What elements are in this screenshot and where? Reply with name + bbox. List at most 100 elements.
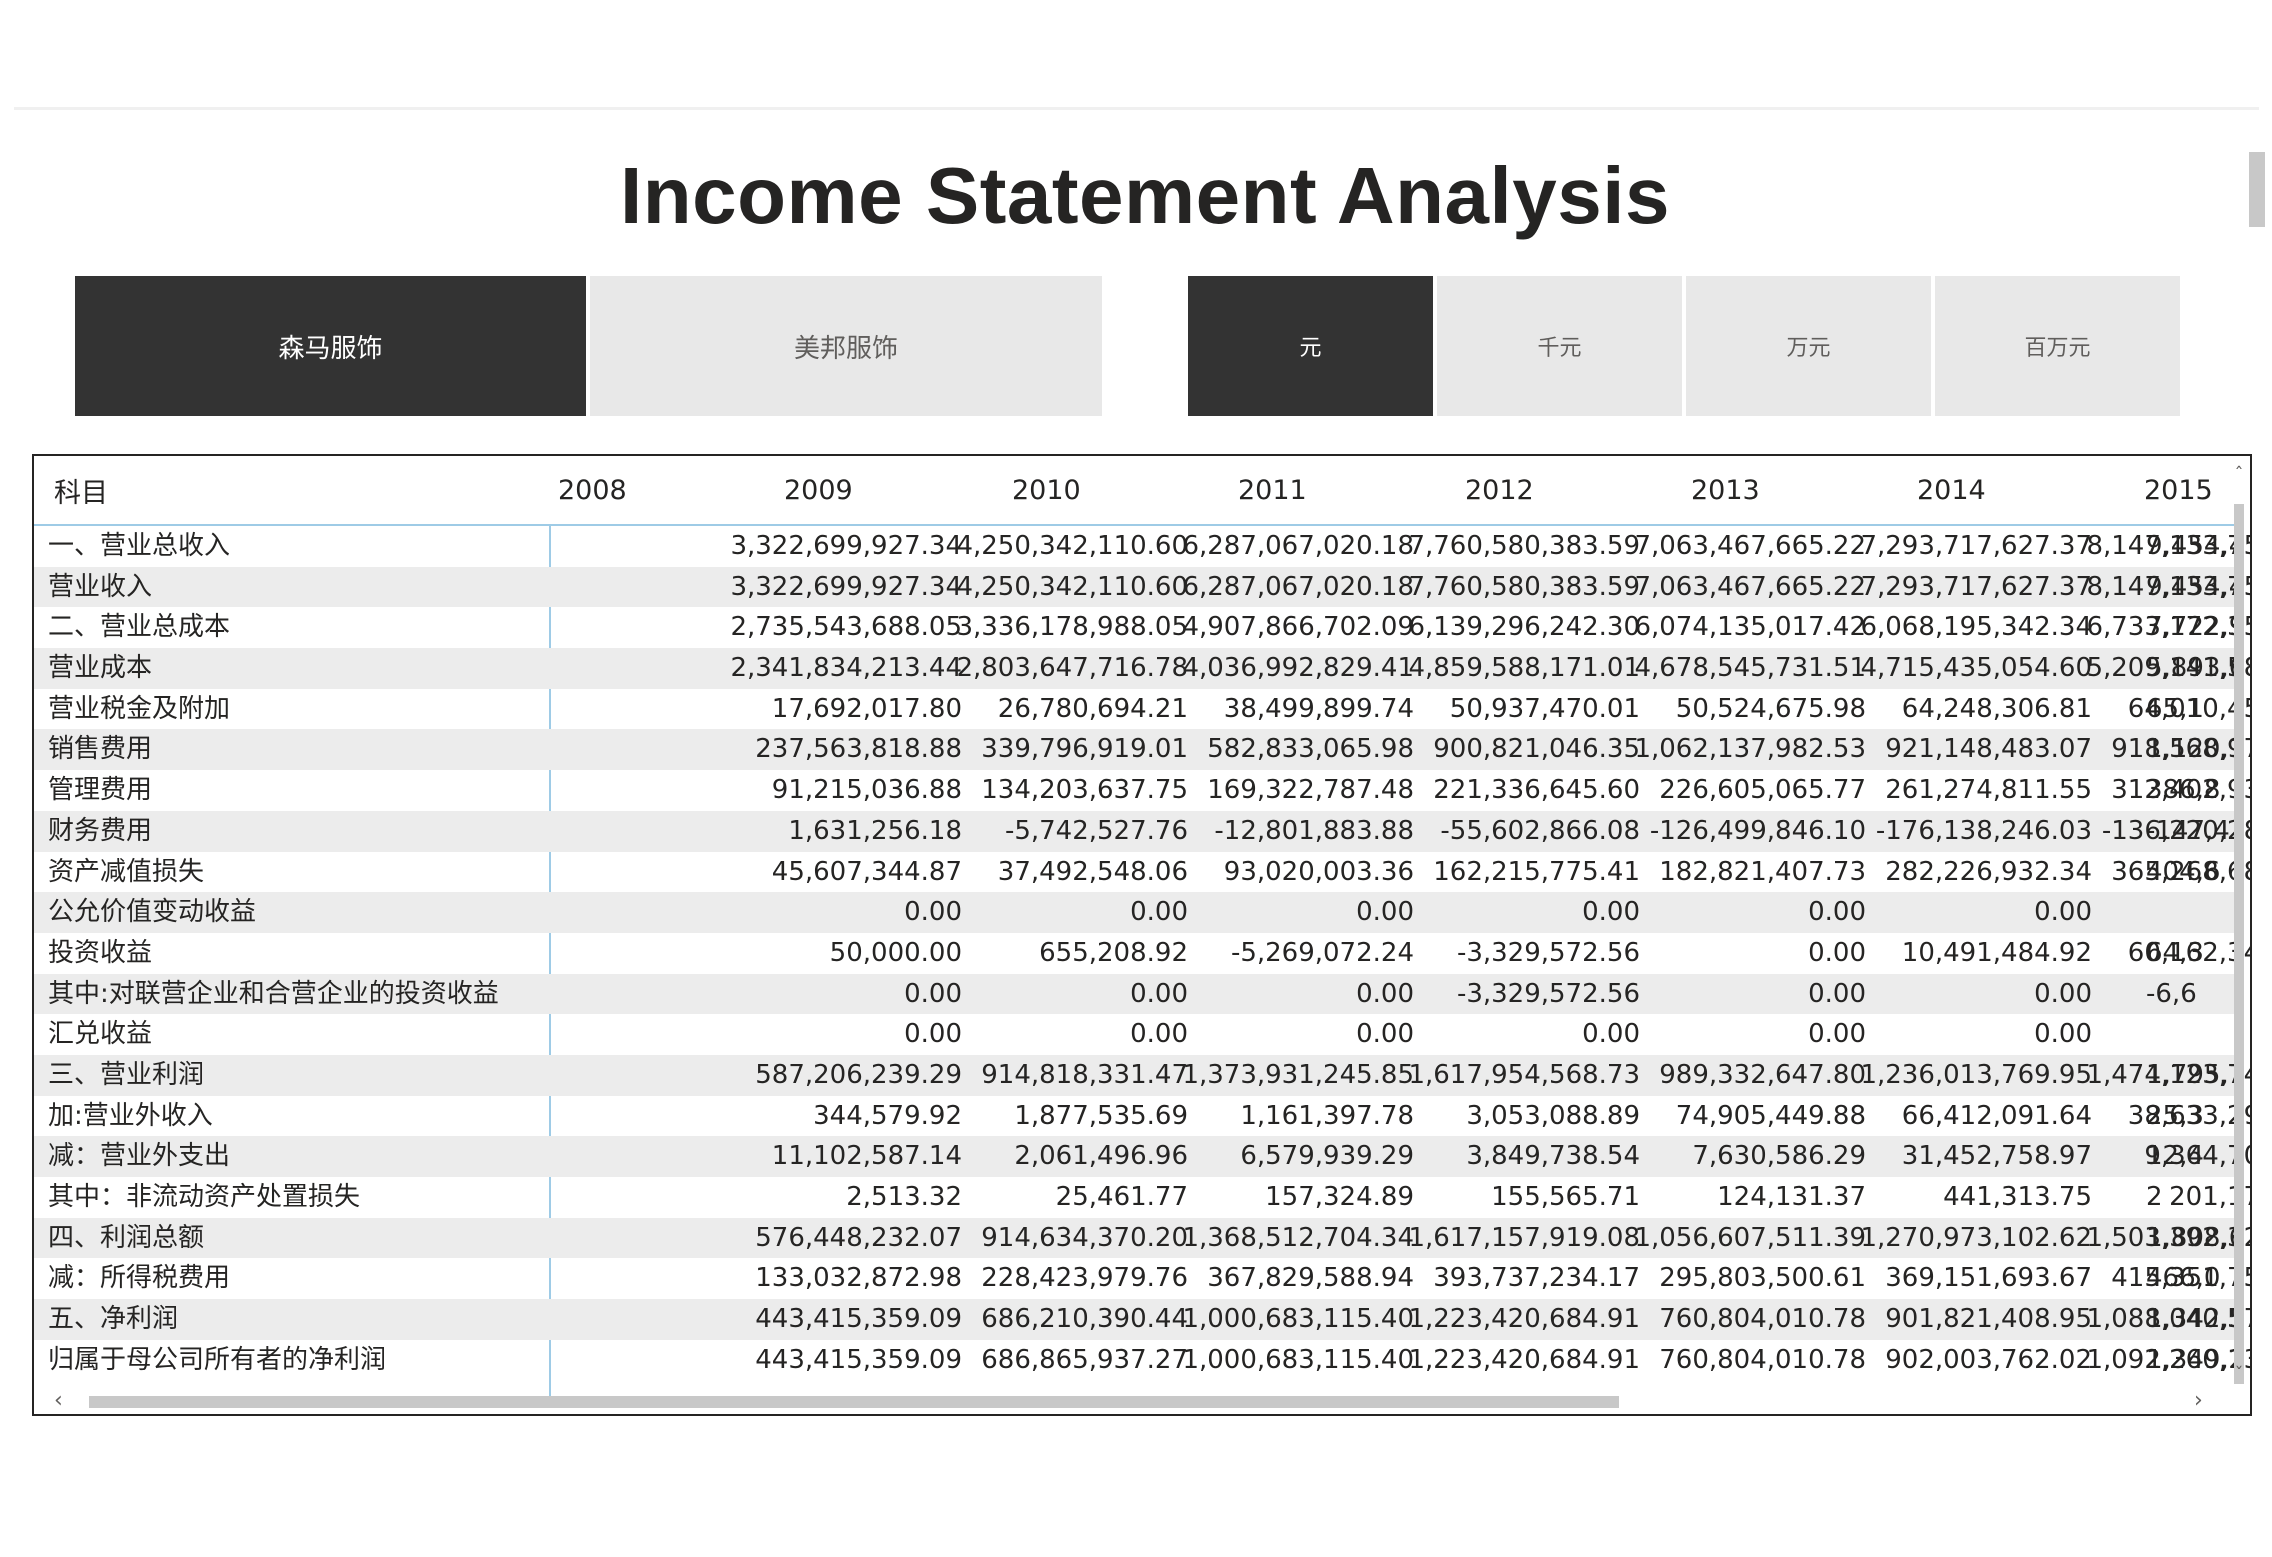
- unit-option-ten-thousand[interactable]: 万元: [1686, 276, 1931, 416]
- scroll-right-icon[interactable]: ›: [2194, 1388, 2203, 1413]
- table-cell: 6,287,067,020.18: [1182, 531, 1414, 561]
- table-row[interactable]: 一、营业总收入 3,322,699,927.34 4,250,342,110.60 6…: [34, 526, 2250, 567]
- table-cell: 4,036,992,829.41: [1182, 653, 1414, 684]
- table-cell: 1,000,683,115.40: [1182, 1344, 1414, 1375]
- horizontal-scrollbar[interactable]: ‹ ›: [34, 1388, 2224, 1413]
- table-cell: 7,293,717,627.37: [1860, 531, 2092, 561]
- column-header-year[interactable]: 2011: [1238, 475, 1307, 506]
- table-row[interactable]: 其中：非流动资产处置损失 2,513.32 25,461.77 157,324.89 1…: [34, 1177, 2250, 1218]
- table-cell: 6,287,067,020.18: [1182, 571, 1414, 602]
- table-row[interactable]: 二、营业总成本 2,735,543,688.05 3,336,178,988.05 4…: [34, 607, 2250, 648]
- column-header-year[interactable]: 2008: [558, 475, 627, 506]
- table-cell: 133,032,872.98: [755, 1263, 962, 1294]
- header-divider: [14, 107, 2259, 110]
- table-row[interactable]: 五、净利润 443,415,359.09 686,210,390.44 1,000,6…: [34, 1299, 2250, 1340]
- column-header-year[interactable]: 2009: [784, 475, 853, 506]
- table-cell: 50,524,675.98: [1675, 693, 1866, 724]
- company-option-metersbonwe[interactable]: 美邦服饰: [590, 276, 1102, 416]
- table-row[interactable]: 汇兑收益0.000.000.000.000.000.000.00: [34, 1014, 2234, 1055]
- column-header-item[interactable]: 科目: [54, 471, 108, 510]
- table-cell: 0.00: [1582, 1019, 1640, 1050]
- table-cell: 237,563,818.88: [755, 734, 962, 765]
- table-cell: 2,803,647,716.78: [956, 653, 1188, 684]
- table-cell: 2,513.32: [846, 1182, 962, 1212]
- table-row[interactable]: 营业成本 2,341,834,213.44 2,803,647,716.78 4,03…: [34, 648, 2250, 689]
- table-cell: 989,332,647.80: [1659, 1059, 1866, 1090]
- table-cell: 902,003,762.02: [1885, 1344, 2092, 1375]
- table-cell: 686,865,937.27: [981, 1344, 1188, 1375]
- table-cell: 914,818,331.47: [981, 1059, 1188, 1090]
- unit-option-million[interactable]: 百万元: [1935, 276, 2180, 416]
- table-cell: 901,821,408.95: [1885, 1304, 2092, 1335]
- table-cell: 0.00: [1356, 978, 1414, 1009]
- unit-option-yuan[interactable]: 元: [1188, 276, 1433, 416]
- vertical-scroll-thumb[interactable]: [2234, 504, 2244, 1384]
- vertical-scrollbar[interactable]: ˆ ˇ: [2232, 464, 2246, 1412]
- table-cell: 226,605,065.77: [1659, 775, 1866, 806]
- table-row[interactable]: 营业收入 3,322,699,927.34 4,250,342,110.60 6,28…: [34, 566, 2250, 608]
- column-header-year[interactable]: 2012: [1465, 475, 1534, 506]
- table-body: 一、营业总收入 3,322,699,927.34 4,250,342,110.60 6…: [34, 526, 2250, 1381]
- table-row[interactable]: 加:营业外收入 344,579.92 1,877,535.69 1,161,397.7…: [34, 1096, 2250, 1137]
- table-row[interactable]: 四、利润总额 576,448,232.07 914,634,370.20 1,368,…: [34, 1217, 2250, 1259]
- company-option-semir[interactable]: 森马服饰: [75, 276, 586, 416]
- table-row[interactable]: 其中:对联营企业和合营企业的投资收益 0.00 0.00 0.00 -3,329,572…: [34, 973, 2234, 1015]
- table-cell: 134,203,637.75: [981, 775, 1188, 806]
- table-cell: 66,412,091.64: [1901, 1100, 2092, 1131]
- table-row[interactable]: 减：营业外支出 11,102,587.14 2,061,496.96 6,579,93…: [34, 1136, 2250, 1177]
- table-row[interactable]: 财务费用 1,631,256.18 -5,742,527.76 -12,801,883…: [34, 810, 2250, 852]
- table-cell: 0.00: [1808, 897, 1866, 928]
- row-label: 营业成本: [48, 653, 153, 684]
- table-cell: 6,579,939.29: [1240, 1141, 1414, 1172]
- horizontal-scroll-thumb[interactable]: [89, 1396, 1619, 1408]
- column-header-year[interactable]: 2010: [1012, 475, 1081, 506]
- column-header-year[interactable]: 2015: [2144, 475, 2213, 506]
- table-cell: 155,565.71: [1491, 1182, 1640, 1212]
- table-cell: -6,6: [2146, 978, 2197, 1009]
- table-cell: 162,215,775.41: [1433, 856, 1640, 887]
- row-label: 公允价值变动收益: [48, 897, 257, 928]
- table-cell: 1,161,397.78: [1240, 1100, 1414, 1131]
- table-row[interactable]: 销售费用 237,563,818.88 339,796,919.01 582,833,…: [34, 729, 2250, 771]
- table-cell: 7,293,717,627.37: [1860, 571, 2092, 602]
- table-cell: 386,8: [2146, 775, 2221, 806]
- row-label: 四、利润总额: [48, 1222, 205, 1253]
- scroll-left-icon[interactable]: ‹: [54, 1388, 63, 1413]
- table-cell: 0.00: [1130, 1019, 1188, 1050]
- scroll-up-icon[interactable]: ˆ: [2232, 464, 2246, 485]
- table-cell: 6,074,135,017.42: [1634, 612, 1866, 643]
- scroll-down-icon[interactable]: ˇ: [2232, 1364, 2246, 1385]
- column-header-year[interactable]: 2013: [1691, 475, 1760, 506]
- table-row[interactable]: 资产减值损失 45,607,344.87 37,492,548.06 93,020,0…: [34, 852, 2250, 893]
- table-cell: 1,236,013,769.95: [1860, 1059, 2092, 1090]
- table-cell: 1,223,420,684.91: [1408, 1344, 1640, 1375]
- table-cell: 443,415,359.09: [755, 1344, 962, 1375]
- table-cell: 0.00: [1582, 897, 1640, 928]
- unit-option-thousand[interactable]: 千元: [1437, 276, 1682, 416]
- table-cell: 91,215,036.88: [771, 775, 962, 806]
- table-cell: 7,722,9: [2146, 612, 2246, 643]
- table-cell: -176,138,246.03: [1875, 815, 2092, 846]
- row-label: 投资收益: [48, 937, 153, 968]
- table-cell: 1,270,973,102.62: [1860, 1222, 2092, 1253]
- table-row[interactable]: 三、营业利润 587,206,239.29 914,818,331.47 1,373,…: [34, 1054, 2250, 1096]
- column-header-year[interactable]: 2014: [1917, 475, 1986, 506]
- table-cell: 900,821,046.35: [1433, 734, 1640, 765]
- table-row[interactable]: 营业税金及附加 17,692,017.80 26,780,694.21 38,499,…: [34, 689, 2250, 730]
- table-row[interactable]: 公允价值变动收益0.000.000.000.000.000.000.00: [34, 892, 2234, 933]
- table-cell: 1,795,7: [2146, 1059, 2246, 1090]
- table-row[interactable]: 投资收益 50,000.00 655,208.92 -5,269,072.24 -3,3…: [34, 933, 2250, 974]
- table-cell: 0.00: [904, 897, 962, 928]
- row-label: 资产减值损失: [48, 856, 205, 887]
- table-cell: 2,341,834,213.44: [730, 653, 962, 684]
- table-cell: 31,452,758.97: [1901, 1141, 2092, 1172]
- table-cell: 587,206,239.29: [755, 1059, 962, 1090]
- table-cell: 221,336,645.60: [1433, 775, 1640, 806]
- row-label: 归属于母公司所有者的净利润: [48, 1344, 387, 1375]
- table-cell: 921,148,483.07: [1885, 734, 2092, 765]
- table-cell: 2: [2146, 1182, 2163, 1212]
- table-row[interactable]: 减：所得税费用 133,032,872.98 228,423,979.76 367,8…: [34, 1258, 2250, 1299]
- table-row[interactable]: 管理费用 91,215,036.88 134,203,637.75 169,322,7…: [34, 770, 2250, 811]
- table-row[interactable]: 归属于母公司所有者的净利润 443,415,359.09 686,865,937.2…: [34, 1340, 2250, 1381]
- table-cell: 17,692,017.80: [771, 693, 962, 724]
